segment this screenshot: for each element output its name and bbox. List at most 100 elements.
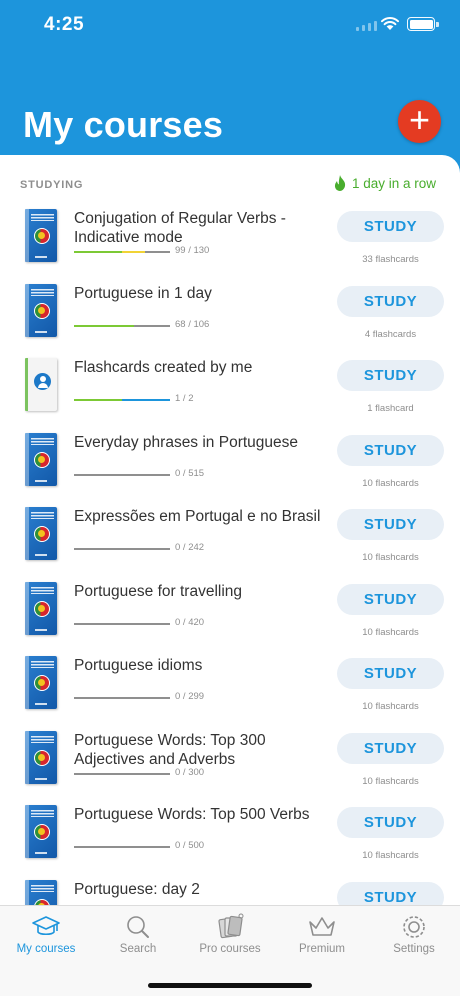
course-title: Portuguese: day 2 xyxy=(74,880,200,898)
gear-icon xyxy=(403,916,425,938)
course-row[interactable]: Portuguese in 1 day 68 / 106 STUDY 4 flashc… xyxy=(0,283,460,358)
progress-bar xyxy=(74,324,170,327)
portugal-flag-icon xyxy=(34,824,50,840)
progress-count: 0 / 420 xyxy=(175,616,205,628)
progress-bar xyxy=(74,251,170,253)
course-row[interactable]: Portuguese Words: Top 500 Verbs 0 / 500 ST… xyxy=(0,805,460,879)
add-course-button[interactable]: + xyxy=(398,100,441,143)
status-bar: 4:25 xyxy=(0,0,460,50)
flashcards-count: 33 flashcards xyxy=(362,254,419,265)
study-button[interactable]: STUDY xyxy=(337,211,444,242)
course-row[interactable]: Portuguese for travelling 0 / 420 STUDY 10 … xyxy=(0,581,460,656)
progress-count: 0 / 515 xyxy=(175,467,205,479)
course-cover-image xyxy=(25,656,57,709)
flashcards-count: 4 flashcards xyxy=(364,328,417,340)
battery-icon xyxy=(407,17,439,31)
study-button[interactable]: STUDY xyxy=(337,732,444,764)
course-cover-image xyxy=(25,507,57,560)
course-title: Portuguese Words: Top 500 Verbs xyxy=(74,806,310,823)
study-button[interactable]: STUDY xyxy=(337,583,444,615)
progress-count: 0 / 242 xyxy=(175,542,205,553)
progress-count: 0 / 500 xyxy=(175,840,205,851)
flashcards-count: 10 flashcards xyxy=(362,701,419,712)
section-label-studying: STUDYING xyxy=(20,179,84,191)
tab-label: Premium xyxy=(298,943,345,955)
course-row[interactable]: Portuguese Words: Top 300 Adjectives and… xyxy=(0,730,460,805)
crown-icon xyxy=(309,917,335,936)
header-bar: 4:25 My courses + xyxy=(0,0,460,175)
course-title: Flashcards created by me xyxy=(74,359,253,376)
flame-icon xyxy=(334,175,346,191)
user-icon xyxy=(34,373,51,390)
course-cover-image xyxy=(25,879,57,905)
tab-settings[interactable]: Settings xyxy=(368,906,460,966)
course-title: Portuguese in 1 day xyxy=(74,284,212,302)
study-button[interactable]: STUDY xyxy=(337,360,444,391)
course-title: Expressões em Portugal e no Brasil xyxy=(74,508,321,525)
progress-bar xyxy=(74,399,170,401)
portugal-flag-icon xyxy=(34,749,50,766)
streak-text: 1 day in a row xyxy=(352,175,437,191)
streak-indicator: 1 day in a row xyxy=(334,175,436,191)
page-title: My courses xyxy=(23,104,224,145)
tab-pro-courses[interactable]: Pro courses xyxy=(184,906,276,966)
tab-label: Pro courses xyxy=(199,943,261,955)
portugal-flag-icon xyxy=(34,675,50,691)
study-button[interactable]: STUDY xyxy=(337,658,444,689)
tab-label: Search xyxy=(119,943,157,955)
course-cover-image xyxy=(25,209,57,262)
study-button[interactable]: STUDY xyxy=(337,434,444,466)
progress-bar xyxy=(74,548,170,550)
course-cover-image xyxy=(25,283,57,337)
flashcard-stack-icon xyxy=(218,913,244,939)
cellular-signal-icon xyxy=(356,21,377,31)
course-cover-image xyxy=(25,581,57,635)
course-row[interactable]: Portuguese: day 2 STUDY xyxy=(0,879,460,905)
plus-icon: + xyxy=(408,99,431,140)
study-button[interactable]: STUDY xyxy=(337,285,444,317)
portugal-flag-icon xyxy=(34,600,50,617)
progress-bar xyxy=(74,473,170,476)
progress-count: 99 / 130 xyxy=(175,245,210,256)
flashcards-count: 10 flashcards xyxy=(362,850,419,861)
portugal-flag-icon xyxy=(34,526,50,542)
tab-premium[interactable]: Premium xyxy=(276,906,368,966)
flashcards-count: 10 flashcards xyxy=(362,477,419,489)
tab-search[interactable]: Search xyxy=(92,906,184,966)
flashcards-count: 10 flashcards xyxy=(362,552,419,563)
progress-count: 0 / 300 xyxy=(175,766,205,778)
portugal-flag-icon xyxy=(34,228,50,244)
course-row[interactable]: Conjugation of Regular Verbs - Indicativ… xyxy=(0,209,460,283)
course-list: STUDYING 1 day in a row Conjugation of R… xyxy=(0,155,460,905)
course-title: Portuguese for travelling xyxy=(74,582,243,600)
portugal-flag-icon xyxy=(34,451,50,468)
course-row[interactable]: Expressões em Portugal e no Brasil 0 / 24… xyxy=(0,507,460,581)
progress-bar xyxy=(74,622,170,625)
course-row[interactable]: Portuguese idioms 0 / 299 STUDY 10 flashcar… xyxy=(0,656,460,730)
progress-count: 1 / 2 xyxy=(175,393,194,404)
tab-label: Settings xyxy=(393,943,435,955)
progress-bar xyxy=(74,772,170,775)
wifi-icon xyxy=(381,17,399,30)
course-title: Portuguese Words: Top 300 Adjectives and… xyxy=(74,731,266,768)
portugal-flag-icon xyxy=(34,302,50,319)
flashcards-count: 10 flashcards xyxy=(362,775,419,787)
course-title: Portuguese idioms xyxy=(74,657,203,674)
tab-my-courses[interactable]: My courses xyxy=(0,906,92,966)
flashcards-count: 10 flashcards xyxy=(362,626,419,638)
study-button[interactable]: STUDY xyxy=(337,881,444,905)
progress-count: 0 / 299 xyxy=(175,691,205,702)
course-cover-image xyxy=(25,805,57,858)
progress-bar xyxy=(74,697,170,699)
study-button[interactable]: STUDY xyxy=(337,509,444,540)
magnifier-icon xyxy=(127,916,149,938)
course-cover-image xyxy=(25,432,57,486)
tab-label: My courses xyxy=(16,943,76,955)
flashcards-count: 1 flashcard xyxy=(367,403,414,414)
course-row[interactable]: Everyday phrases in Portuguese 0 / 515 STU… xyxy=(0,432,460,507)
course-cover-image xyxy=(25,358,57,411)
home-indicator xyxy=(148,983,312,988)
progress-count: 68 / 106 xyxy=(175,318,210,330)
study-button[interactable]: STUDY xyxy=(337,807,444,838)
course-row[interactable]: Flashcards created by me 1 / 2 STUDY 1 flas… xyxy=(0,358,460,432)
